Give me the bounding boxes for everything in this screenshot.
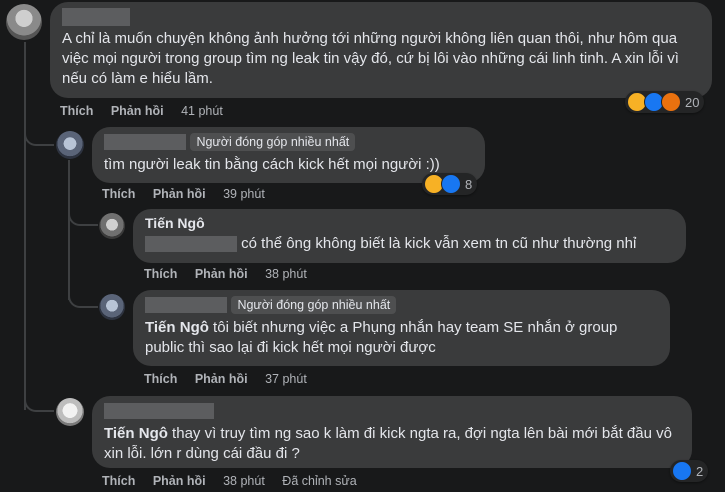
timestamp[interactable]: 37 phút (265, 372, 307, 386)
timestamp[interactable]: 41 phút (181, 104, 223, 118)
comment-text: có thể ông không biết là kick vẫn xem tn… (241, 235, 637, 252)
reaction-count: 20 (685, 94, 700, 110)
thread-branch (68, 288, 98, 308)
reaction-count: 8 (465, 176, 473, 192)
redacted-author-name (62, 8, 130, 26)
like-button[interactable]: Thích (60, 104, 93, 118)
reply-button[interactable]: Phản hồi (153, 187, 206, 201)
thread-line (24, 42, 26, 410)
avatar[interactable] (56, 398, 84, 426)
reaction-summary[interactable]: 8 (422, 173, 478, 195)
reaction-summary[interactable]: 20 (625, 91, 705, 113)
edited-label[interactable]: Đã chỉnh sửa (282, 474, 356, 488)
like-button[interactable]: Thích (102, 474, 135, 488)
thread-branch (68, 206, 98, 226)
reply-button[interactable]: Phản hồi (111, 104, 164, 118)
angry-icon (661, 92, 681, 112)
reply-button[interactable]: Phản hồi (195, 372, 248, 386)
comment-actions: Thích Phản hồi 38 phút Đã chỉnh sửa (102, 474, 371, 488)
avatar[interactable] (56, 131, 84, 159)
reaction-count: 2 (696, 463, 704, 479)
like-button[interactable]: Thích (144, 267, 177, 281)
redacted-author-name (104, 402, 214, 419)
like-button[interactable]: Thích (144, 372, 177, 386)
like-icon (672, 461, 692, 481)
comment-text: tôi biết nhưng việc a Phụng nhắn hay tea… (145, 319, 618, 357)
top-contributor-badge[interactable]: Người đóng góp nhiều nhất (231, 296, 397, 314)
thread-line (68, 160, 70, 300)
thread-branch (24, 122, 54, 146)
thread-branch (24, 392, 54, 412)
reply-button[interactable]: Phản hồi (153, 474, 206, 488)
comment-actions: Thích Phản hồi 37 phút (144, 372, 321, 386)
top-contributor-badge[interactable]: Người đóng góp nhiều nhất (190, 133, 356, 151)
avatar[interactable] (6, 4, 42, 40)
like-button[interactable]: Thích (102, 187, 135, 201)
mention-link[interactable]: Tiến Ngô (145, 319, 209, 336)
reaction-summary[interactable]: 2 (670, 460, 709, 482)
timestamp[interactable]: 38 phút (265, 267, 307, 281)
redacted-author-name (145, 297, 227, 313)
like-icon (441, 174, 461, 194)
timestamp[interactable]: 39 phút (223, 187, 265, 201)
comment-bubble: Tiến Ngô thay vì truy tìm ng sao k làm đ… (92, 396, 692, 468)
author-name[interactable]: Tiến Ngô (145, 215, 674, 231)
comment-text: tìm người leak tin bằng cách kick hết mọ… (104, 156, 440, 174)
reply-button[interactable]: Phản hồi (195, 267, 248, 281)
avatar[interactable] (99, 213, 125, 239)
redacted-mention (145, 236, 237, 253)
comment-actions: Thích Phản hồi 39 phút (102, 187, 279, 201)
avatar[interactable] (99, 294, 125, 320)
timestamp[interactable]: 38 phút (223, 474, 265, 488)
comment-actions: Thích Phản hồi 38 phút (144, 267, 321, 281)
redacted-author-name (104, 134, 186, 150)
comment-bubble: Người đóng góp nhiều nhất Tiến Ngô tôi b… (133, 290, 670, 366)
comment-text: thay vì truy tìm ng sao k làm đi kick ng… (104, 425, 672, 462)
comment-bubble: A chỉ là muốn chuyện không ảnh hưởng tới… (50, 2, 712, 98)
comment-actions: Thích Phản hồi 41 phút (60, 104, 237, 118)
comment-text: A chỉ là muốn chuyện không ảnh hưởng tới… (62, 30, 679, 88)
comment-bubble: Tiến Ngô có thể ông không biết là kick v… (133, 209, 686, 263)
mention-link[interactable]: Tiến Ngô (104, 425, 168, 442)
